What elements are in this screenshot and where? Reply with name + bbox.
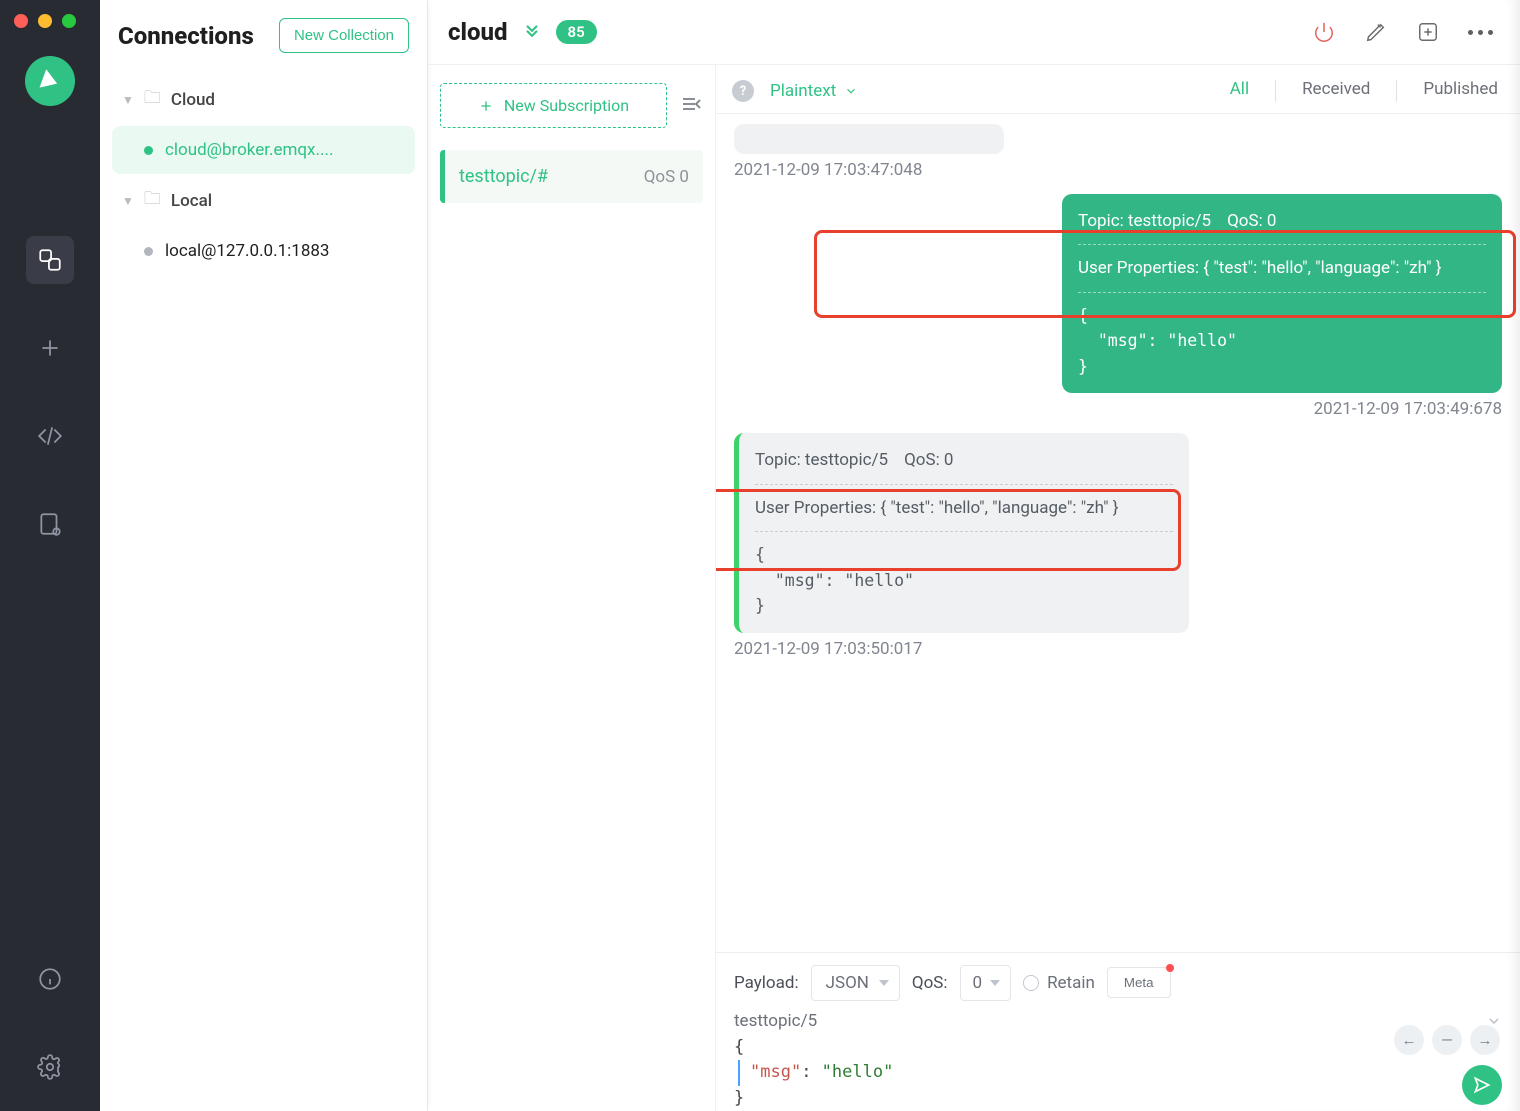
nav-rail: [0, 0, 100, 1111]
nav-settings[interactable]: [26, 1043, 74, 1091]
connection-label: cloud@broker.emqx....: [165, 140, 333, 160]
retain-label: Retain: [1047, 973, 1095, 993]
timestamp: 2021-12-09 17:03:50:017: [734, 639, 1502, 659]
published-message[interactable]: Topic: testtopic/5 QoS: 0 User Propertie…: [1062, 194, 1502, 393]
code-line: "msg": "hello": [738, 1060, 1502, 1086]
msg-qos: QoS: 0: [904, 447, 953, 473]
code-line: }: [734, 1086, 1502, 1111]
payload-label: Payload:: [734, 973, 799, 993]
connection-header: cloud 85: [428, 0, 1520, 65]
window-controls[interactable]: [14, 14, 76, 28]
payload-editor[interactable]: { "msg": "hello" }: [734, 1035, 1502, 1111]
msg-qos: QoS: 0: [1227, 208, 1276, 234]
nav-scripts[interactable]: [26, 412, 74, 460]
qos-label: QoS:: [912, 973, 948, 993]
message-item-prev: [734, 124, 1004, 154]
connection-cloud[interactable]: cloud@broker.emqx....: [112, 126, 415, 174]
msg-topic: Topic: testtopic/5: [1078, 208, 1211, 234]
separator: [755, 484, 1173, 485]
help-icon[interactable]: ?: [732, 80, 754, 102]
code-line: {: [734, 1035, 1502, 1061]
retain-toggle[interactable]: Retain: [1023, 973, 1095, 993]
folder-icon: 🗀: [144, 85, 161, 114]
message-list[interactable]: 2021-12-09 17:03:47:048 Topic: testtopic…: [716, 114, 1520, 952]
more-menu-button[interactable]: [1466, 18, 1494, 46]
status-dot-offline: [144, 247, 153, 256]
group-cloud[interactable]: ▼ 🗀 Cloud: [112, 73, 415, 126]
connection-label: local@127.0.0.1:1883: [165, 241, 329, 261]
group-local[interactable]: ▼ 🗀 Local: [112, 174, 415, 227]
caret-down-icon: ▼: [122, 194, 134, 208]
tab-all[interactable]: All: [1230, 79, 1249, 103]
new-collection-button[interactable]: New Collection: [279, 18, 409, 53]
message-count-badge: 85: [556, 20, 597, 44]
new-subscription-label: New Subscription: [504, 96, 629, 115]
tab-received[interactable]: Received: [1302, 79, 1370, 103]
folder-icon: 🗀: [144, 186, 161, 215]
history-prev-button[interactable]: ←: [1394, 1025, 1424, 1055]
timestamp: 2021-12-09 17:03:47:048: [734, 160, 1502, 180]
messages-panel: ? Plaintext All Received Published: [716, 65, 1520, 1111]
caret-down-icon: ▼: [122, 93, 134, 107]
collapse-subs-icon[interactable]: [679, 92, 703, 120]
group-label: Local: [171, 191, 212, 211]
meta-label: Meta: [1124, 975, 1154, 990]
subscription-item[interactable]: testtopic/# QoS 0: [440, 150, 703, 203]
history-next-button[interactable]: →: [1470, 1025, 1500, 1055]
new-subscription-button[interactable]: New Subscription: [440, 83, 667, 128]
edit-button[interactable]: [1362, 18, 1390, 46]
msg-user-properties: User Properties: { "test": "hello", "lan…: [1078, 255, 1486, 281]
new-window-button[interactable]: [1414, 18, 1442, 46]
nav-logs[interactable]: [26, 500, 74, 548]
subscription-qos: QoS 0: [644, 167, 689, 187]
expand-connection-icon[interactable]: [522, 20, 542, 44]
separator: [1078, 244, 1486, 245]
history-clear-button[interactable]: —: [1432, 1025, 1462, 1055]
msg-user-properties: User Properties: { "test": "hello", "lan…: [755, 495, 1173, 521]
close-window-icon[interactable]: [14, 14, 28, 28]
badge-dot-icon: [1166, 964, 1174, 972]
payload-type-select[interactable]: JSON: [811, 965, 900, 1001]
subscriptions-panel: New Subscription testtopic/# QoS 0: [428, 65, 716, 1111]
topic-value: testtopic/5: [734, 1011, 817, 1031]
topic-input[interactable]: testtopic/5: [734, 1011, 1502, 1031]
connections-title: Connections: [118, 22, 254, 50]
msg-topic: Topic: testtopic/5: [755, 447, 888, 473]
disconnect-button[interactable]: [1310, 18, 1338, 46]
msg-payload: { "msg": "hello" }: [1078, 303, 1486, 380]
qos-select[interactable]: 0: [960, 965, 1012, 1001]
separator: [755, 531, 1173, 532]
maximize-window-icon[interactable]: [62, 14, 76, 28]
app-logo[interactable]: [25, 56, 75, 106]
minimize-window-icon[interactable]: [38, 14, 52, 28]
nav-connections[interactable]: [26, 236, 74, 284]
nav-info[interactable]: [26, 955, 74, 1003]
connection-name: cloud: [448, 18, 508, 46]
timestamp: 2021-12-09 17:03:49:678: [734, 399, 1502, 419]
payload-format-select[interactable]: Plaintext: [770, 81, 858, 101]
received-message[interactable]: Topic: testtopic/5 QoS: 0 User Propertie…: [734, 433, 1189, 632]
nav-add[interactable]: [26, 324, 74, 372]
group-label: Cloud: [171, 90, 215, 110]
payload-format-label: Plaintext: [770, 81, 836, 101]
connections-panel: Connections New Collection ▼ 🗀 Cloud clo…: [100, 0, 428, 1111]
radio-icon: [1023, 975, 1039, 991]
meta-button[interactable]: Meta: [1107, 967, 1171, 998]
msg-payload: { "msg": "hello" }: [755, 542, 1173, 619]
subscription-topic: testtopic/#: [459, 166, 644, 187]
tab-published[interactable]: Published: [1423, 79, 1498, 103]
connection-local[interactable]: local@127.0.0.1:1883: [112, 227, 415, 275]
message-composer: Payload: JSON QoS: 0 Retain Meta: [716, 952, 1520, 1111]
send-button[interactable]: [1462, 1065, 1502, 1105]
separator: [1078, 292, 1486, 293]
status-dot-online: [144, 146, 153, 155]
